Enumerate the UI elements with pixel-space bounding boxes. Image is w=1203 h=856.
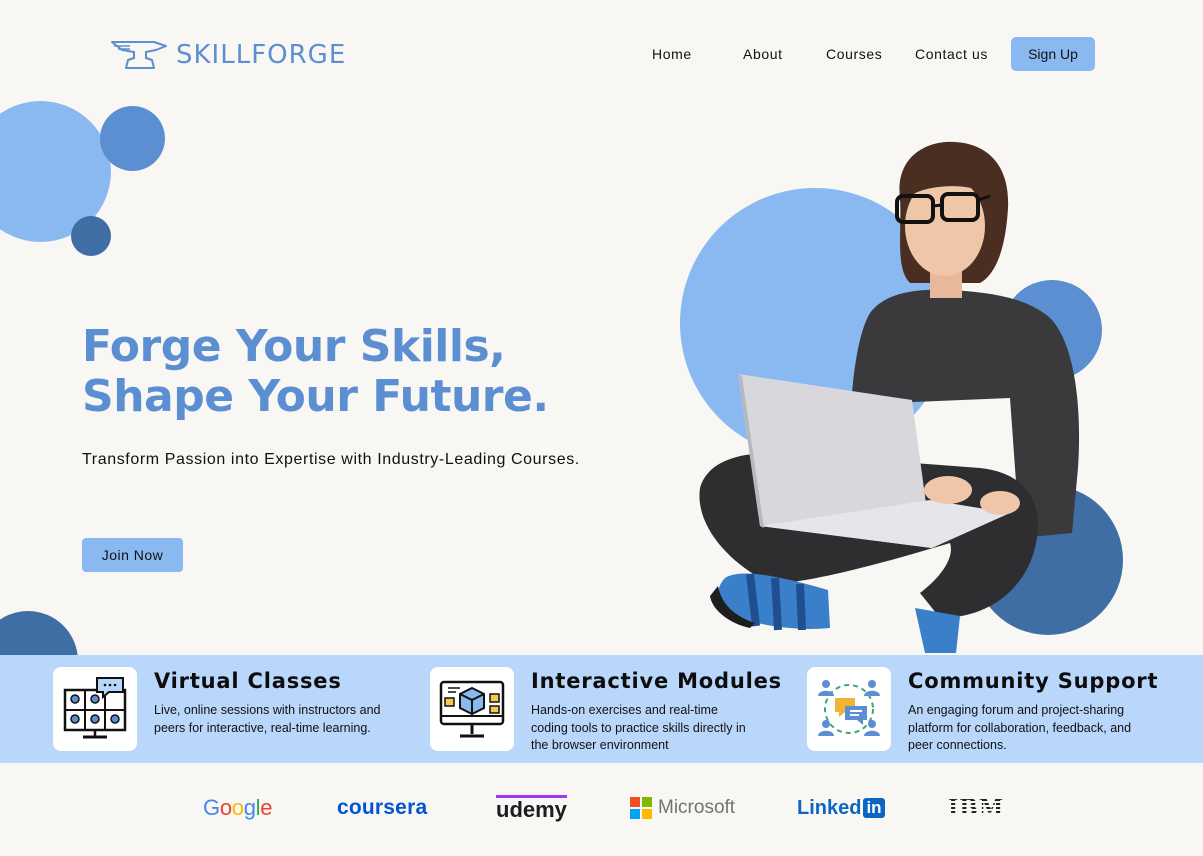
- hero-subtitle: Transform Passion into Expertise with In…: [82, 451, 580, 468]
- feature-desc-line: Live, online sessions with instructors a…: [154, 703, 381, 717]
- feature-desc-line: An engaging forum and project-sharing: [908, 703, 1125, 717]
- partner-logo-ibm: IBM: [948, 793, 1004, 823]
- hero-title-line-2: Shape Your Future.: [82, 371, 549, 422]
- sign-up-button[interactable]: Sign Up: [1011, 37, 1095, 71]
- nav-courses[interactable]: Courses: [826, 46, 882, 62]
- coursera-wordmark: coursera: [337, 796, 428, 819]
- partner-logos: Google coursera udemy Microsoft Linked i…: [0, 763, 1203, 856]
- video-conference-icon: [63, 677, 127, 739]
- hero-title: Forge Your Skills, Shape Your Future.: [82, 322, 549, 422]
- microsoft-squares-icon: [630, 797, 652, 819]
- interactive-module-icon: [439, 680, 505, 738]
- decor-circle-small: [71, 216, 111, 256]
- feature-card: Community Support An engaging forum and …: [807, 667, 1187, 752]
- feature-description: Hands-on exercises and real-time coding …: [531, 702, 746, 755]
- main-nav: Home About Courses Contact us Sign Up: [0, 37, 1203, 71]
- feature-icon-box: [430, 667, 514, 751]
- partner-logo-udemy: udemy: [496, 793, 567, 823]
- linkedin-in-badge: in: [863, 798, 885, 818]
- partner-logo-google: Google: [203, 793, 272, 823]
- feature-icon-box: [807, 667, 891, 751]
- partner-logo-coursera: coursera: [337, 793, 427, 823]
- nav-home[interactable]: Home: [652, 46, 692, 62]
- nav-contact[interactable]: Contact us: [915, 46, 988, 62]
- feature-desc-line: peer connections.: [908, 738, 1007, 752]
- feature-card: Virtual Classes Live, online sessions wi…: [53, 667, 413, 751]
- feature-desc-line: peers for interactive, real-time learnin…: [154, 720, 371, 735]
- microsoft-wordmark: Microsoft: [658, 797, 736, 818]
- decor-circle-medium: [100, 106, 165, 171]
- hero-student-illustration: [680, 141, 1123, 653]
- feature-description: Live, online sessions with instructors a…: [154, 702, 381, 737]
- linkedin-wordmark: Linked: [797, 796, 862, 819]
- feature-description: An engaging forum and project-sharing pl…: [908, 702, 1131, 755]
- feature-title: Virtual Classes: [154, 669, 342, 693]
- udemy-wordmark: udemy: [496, 795, 567, 822]
- partner-logo-microsoft: Microsoft: [630, 793, 735, 823]
- feature-desc-line: Hands-on exercises and real-time: [531, 703, 718, 717]
- feature-title: Interactive Modules: [531, 669, 782, 693]
- google-wordmark: Google: [203, 795, 273, 820]
- partner-logo-linkedin: Linked in: [797, 793, 885, 823]
- feature-desc-line: coding tools to practice skills directly…: [531, 720, 746, 735]
- join-now-button[interactable]: Join Now: [82, 538, 183, 572]
- nav-about[interactable]: About: [743, 46, 783, 62]
- feature-desc-line: the browser environment: [531, 738, 669, 752]
- feature-card: Interactive Modules Hands-on exercises a…: [430, 667, 790, 752]
- features-band: Virtual Classes Live, online sessions wi…: [0, 655, 1203, 763]
- community-chat-icon: [818, 680, 880, 736]
- feature-desc-line: platform for collaboration, feedback, an…: [908, 720, 1132, 735]
- hero-title-line-1: Forge Your Skills,: [82, 321, 506, 372]
- ibm-wordmark: IBM: [948, 795, 1005, 821]
- feature-icon-box: [53, 667, 137, 751]
- feature-title: Community Support: [908, 669, 1159, 693]
